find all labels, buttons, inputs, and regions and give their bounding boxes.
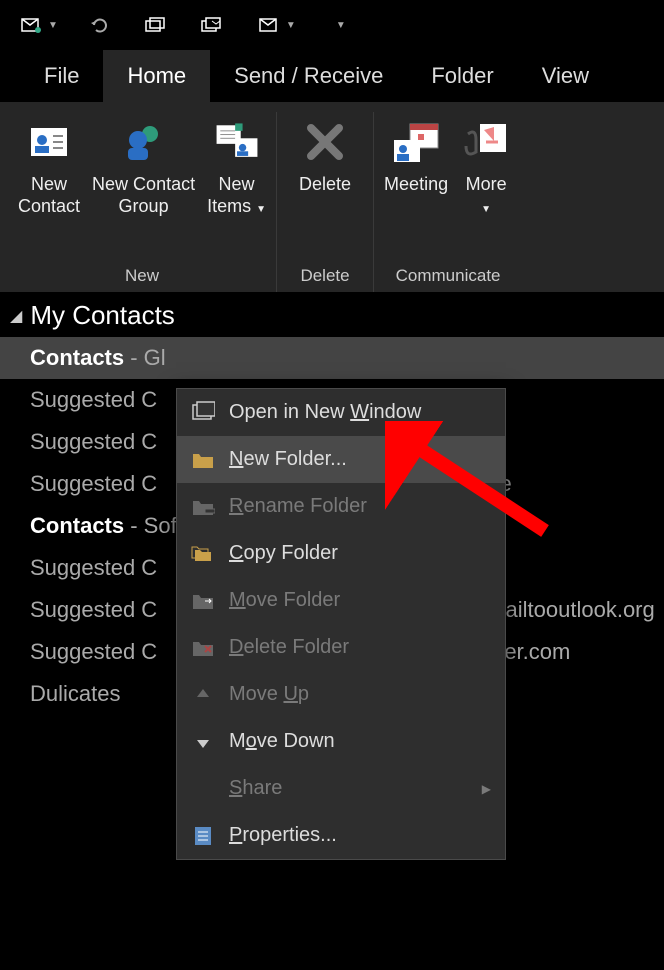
tab-folder[interactable]: Folder <box>407 50 517 102</box>
new-contact-button[interactable]: NewContact <box>12 112 86 217</box>
undo-icon[interactable] <box>88 15 112 35</box>
new-items-icon <box>211 116 263 168</box>
context-menu: Open in New Window New Folder... Rename Fo… <box>176 388 506 860</box>
menu-item-label: Delete Folder <box>229 636 491 659</box>
delete-icon <box>299 116 351 168</box>
move-up-menu-item: Move Up <box>177 671 505 718</box>
open-new-window-menu-item[interactable]: Open in New Window <box>177 389 505 436</box>
menu-item-label: Rename Folder <box>229 495 491 518</box>
window-icon <box>191 401 215 425</box>
qat-item[interactable] <box>142 15 170 35</box>
folder-copy-icon <box>191 542 215 566</box>
ribbon-button-label: More▼ <box>466 174 507 217</box>
ribbon-button-label: NewItems ▼ <box>207 174 266 217</box>
new-contact-group-button[interactable]: New ContactGroup <box>86 112 201 217</box>
tab-file[interactable]: File <box>20 50 103 102</box>
folder-icon <box>191 448 215 472</box>
ribbon: NewContact New ContactGroup NewItems ▼ N… <box>0 102 664 292</box>
dropdown-icon: ▼ <box>286 20 296 31</box>
contact-card-icon <box>23 116 75 168</box>
menu-item-label: Move Down <box>229 730 491 753</box>
submenu-arrow-icon: ▶ <box>482 782 491 796</box>
meeting-icon <box>390 116 442 168</box>
move-folder-menu-item: Move Folder <box>177 577 505 624</box>
tab-send-receive[interactable]: Send / Receive <box>210 50 407 102</box>
ribbon-group-label: Delete <box>300 266 349 292</box>
new-folder-menu-item[interactable]: New Folder... <box>177 436 505 483</box>
down-icon <box>191 730 215 754</box>
nav-header[interactable]: ◢ My Contacts <box>0 294 664 337</box>
ribbon-group-label: Communicate <box>396 266 501 292</box>
folder-rename-icon <box>191 495 215 519</box>
quick-access-toolbar: ▼ ▼ ▼ <box>0 0 664 50</box>
menu-item-label: Move Folder <box>229 589 491 612</box>
ribbon-group-delete: Delete Delete <box>277 112 374 292</box>
ribbon-group-communicate: Meeting More▼ Communicate <box>374 112 522 292</box>
more-icon <box>460 116 512 168</box>
ribbon-group-label: New <box>125 266 159 292</box>
ribbon-button-label: Meeting <box>384 174 448 196</box>
menu-item-label: Share <box>229 777 468 800</box>
menu-item-label: Open in New Window <box>229 401 491 424</box>
folder-delete-icon <box>191 636 215 660</box>
move-down-menu-item[interactable]: Move Down <box>177 718 505 765</box>
blank-icon <box>191 777 215 801</box>
delete-button[interactable]: Delete <box>281 112 369 196</box>
ribbon-tabs: File Home Send / Receive Folder View <box>0 50 664 102</box>
nav-item-contacts[interactable]: Contacts - Gl <box>0 337 664 379</box>
expand-icon: ◢ <box>10 306 22 326</box>
menu-item-label: Move Up <box>229 683 491 706</box>
folder-move-icon <box>191 589 215 613</box>
ribbon-button-label: Delete <box>299 174 351 196</box>
ribbon-group-new: NewContact New ContactGroup NewItems ▼ N… <box>8 112 277 292</box>
menu-item-label: Properties... <box>229 824 491 847</box>
rename-folder-menu-item: Rename Folder <box>177 483 505 530</box>
meeting-button[interactable]: Meeting <box>378 112 454 196</box>
menu-item-label: New Folder... <box>229 448 491 471</box>
copy-folder-menu-item[interactable]: Copy Folder <box>177 530 505 577</box>
tab-home[interactable]: Home <box>103 50 210 102</box>
share-menu-item: Share ▶ <box>177 765 505 812</box>
nav-header-label: My Contacts <box>30 300 175 331</box>
ribbon-button-label: New ContactGroup <box>92 174 195 217</box>
delete-folder-menu-item: Delete Folder <box>177 624 505 671</box>
tab-view[interactable]: View <box>518 50 613 102</box>
contact-group-icon <box>118 116 170 168</box>
qat-item[interactable] <box>200 15 228 35</box>
customize-qat-icon[interactable]: ▼ <box>336 20 346 31</box>
dropdown-icon: ▼ <box>48 20 58 31</box>
more-button[interactable]: More▼ <box>454 112 518 217</box>
up-icon <box>191 683 215 707</box>
props-icon <box>191 824 215 848</box>
ribbon-button-label: NewContact <box>18 174 80 217</box>
qat-item[interactable]: ▼ <box>258 15 296 35</box>
menu-item-label: Copy Folder <box>229 542 491 565</box>
qat-item[interactable]: ▼ <box>20 15 58 35</box>
new-items-button[interactable]: NewItems ▼ <box>201 112 272 217</box>
properties-menu-item[interactable]: Properties... <box>177 812 505 859</box>
